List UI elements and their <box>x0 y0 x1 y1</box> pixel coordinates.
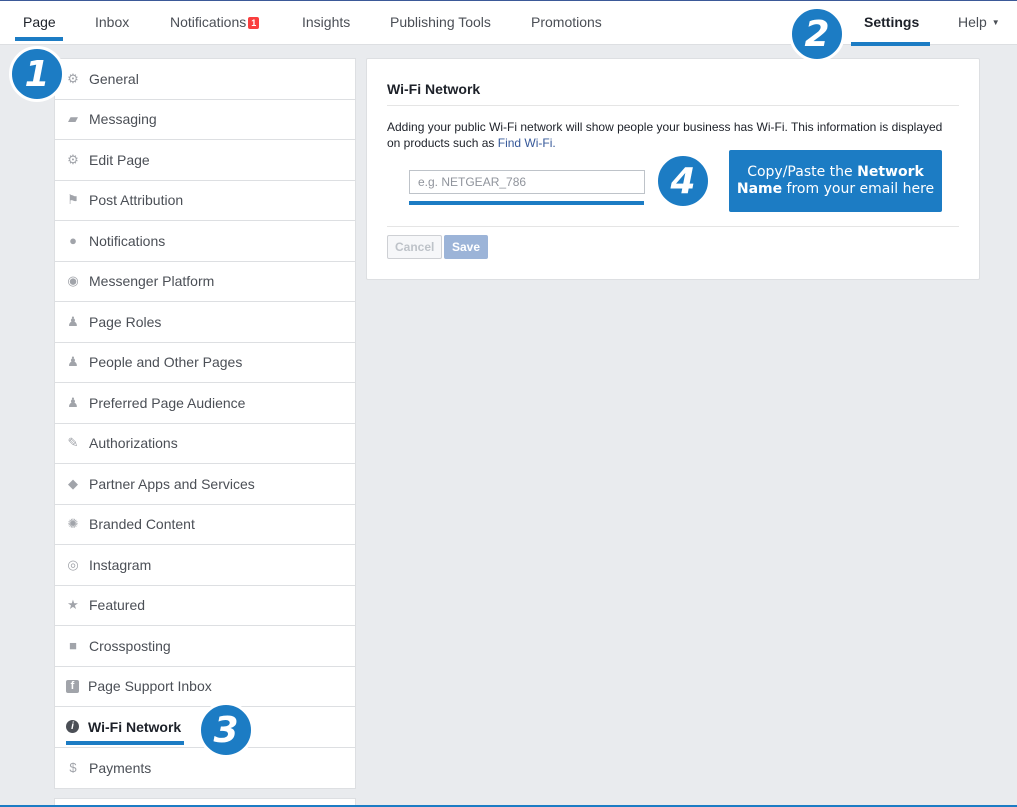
sidebar-item-instagram[interactable]: ◎ Instagram <box>55 545 355 586</box>
instruction-callout: Copy/Paste the Network Name from your em… <box>729 150 942 212</box>
sidebar-item-label: Page Support Inbox <box>88 678 212 695</box>
sidebar-item-featured[interactable]: ★ Featured <box>55 586 355 626</box>
sidebar-item-general[interactable]: ⚙ General <box>55 59 355 100</box>
messaging-icon: ▰ <box>68 111 78 127</box>
handshake-icon: ✺ <box>67 516 79 532</box>
dollar-icon: $ <box>69 760 77 776</box>
tab-page[interactable]: Page <box>23 14 56 30</box>
gear-icon: ⚙ <box>67 70 79 86</box>
sidebar-item-label: Notifications <box>89 232 166 249</box>
messenger-icon: ◉ <box>67 273 79 289</box>
tab-publishing-tools[interactable]: Publishing Tools <box>390 14 491 30</box>
find-wifi-link[interactable]: Find Wi-Fi. <box>498 136 556 150</box>
callout-bold-text: Network <box>857 164 924 180</box>
sidebar-item-edit-page[interactable]: ⚙ Edit Page <box>55 140 355 181</box>
settings-sidebar: ⚙ General ▰ Messaging ⚙ Edit Page ⚑ Post Attrib… <box>54 58 356 789</box>
sidebar-item-label: Crossposting <box>89 637 171 654</box>
step-4-marker: 4 <box>655 153 711 209</box>
callout-text: Copy/Paste the <box>747 164 858 180</box>
tab-help[interactable]: Help ▼ <box>958 14 1000 30</box>
callout-bold-text: Name <box>736 181 783 197</box>
step-3-marker: 3 <box>198 702 254 758</box>
sidebar-item-partner-apps-and-services[interactable]: ◆ Partner Apps and Services <box>55 464 355 505</box>
sidebar-item-label: Instagram <box>89 556 152 573</box>
tab-inbox[interactable]: Inbox <box>95 14 129 30</box>
video-camera-icon: ■ <box>69 638 77 654</box>
sidebar-item-label: Featured <box>89 597 146 614</box>
sidebar-item-label: Preferred Page Audience <box>89 394 246 411</box>
facebook-icon: f <box>66 679 79 693</box>
wrench-icon: ✎ <box>67 435 79 451</box>
tab-promotions[interactable]: Promotions <box>531 14 602 30</box>
person-add-icon: ♟ <box>67 354 79 370</box>
callout-text: from your email here <box>782 181 935 197</box>
sidebar-item-branded-content[interactable]: ✺ Branded Content <box>55 505 355 545</box>
sidebar-item-page-roles[interactable]: ♟ Page Roles <box>55 302 355 343</box>
sidebar-item-crossposting[interactable]: ■ Crossposting <box>55 626 355 667</box>
sidebar-item-post-attribution[interactable]: ⚑ Post Attribution <box>55 181 355 221</box>
tab-settings[interactable]: Settings <box>864 14 919 30</box>
divider <box>387 226 959 227</box>
sidebar-item-label: General <box>89 70 139 87</box>
sidebar-item-notifications[interactable]: ● Notifications <box>55 221 355 262</box>
sidebar-item-label: Payments <box>89 759 152 776</box>
sidebar-item-label: Messaging <box>89 111 157 128</box>
step-1-marker: 1 <box>9 46 65 102</box>
sidebar-item-label: Messenger Platform <box>89 273 215 290</box>
sidebar-item-authorizations[interactable]: ✎ Authorizations <box>55 424 355 464</box>
panel-title: Wi-Fi Network <box>387 81 481 97</box>
sidebar-item-label: Page Roles <box>89 313 162 330</box>
flag-icon: ⚑ <box>67 192 79 208</box>
sidebar-item-messaging[interactable]: ▰ Messaging <box>55 100 355 140</box>
person-icon: ♟ <box>67 313 79 329</box>
sidebar-item-label: People and Other Pages <box>89 354 243 371</box>
input-highlight-underline <box>409 201 644 205</box>
callout-line-1: Copy/Paste the Network <box>729 164 942 181</box>
caret-down-icon: ▼ <box>991 18 1000 27</box>
wifi-network-input[interactable] <box>409 170 645 194</box>
sidebar-item-payments[interactable]: $ Payments <box>55 748 355 789</box>
panel-description: Adding your public Wi-Fi network will sh… <box>387 119 957 151</box>
step-2-marker: 2 <box>789 6 845 62</box>
divider <box>387 105 959 106</box>
tab-insights[interactable]: Insights <box>302 14 350 30</box>
tab-help-label: Help <box>958 14 987 30</box>
sidebar-item-messenger-platform[interactable]: ◉ Messenger Platform <box>55 262 355 302</box>
callout-line-2: Name from your email here <box>729 181 942 198</box>
instagram-icon: ◎ <box>67 556 79 572</box>
notification-count-badge: 1 <box>248 17 260 29</box>
sidebar-item-label: Partner Apps and Services <box>89 475 255 492</box>
description-text: Adding your public Wi-Fi network will sh… <box>387 120 943 150</box>
sidebar-item-label: Wi-Fi Network <box>88 718 182 735</box>
active-item-underline <box>66 740 184 745</box>
sidebar-item-label: Branded Content <box>89 516 195 533</box>
tab-settings-underline <box>851 42 930 46</box>
tab-page-underline <box>15 37 63 41</box>
sidebar-item-label: Edit Page <box>89 151 150 168</box>
cube-icon: ◆ <box>68 475 78 491</box>
sidebar-item-label: Authorizations <box>89 435 178 452</box>
sidebar-item-page-support-inbox[interactable]: f Page Support Inbox <box>55 667 355 707</box>
globe-icon: ● <box>69 233 77 249</box>
cancel-button[interactable]: Cancel <box>387 235 443 259</box>
info-icon: i <box>66 720 79 734</box>
tab-notifications[interactable]: Notifications 1 <box>170 14 260 30</box>
save-button[interactable]: Save <box>444 235 489 259</box>
sidebar-item-preferred-page-audience[interactable]: ♟ Preferred Page Audience <box>55 383 355 424</box>
gear-icon: ⚙ <box>67 151 79 167</box>
person-add-icon: ♟ <box>67 394 79 410</box>
tab-notifications-label: Notifications <box>170 14 247 30</box>
star-icon: ★ <box>67 597 79 613</box>
sidebar-item-people-and-other-pages[interactable]: ♟ People and Other Pages <box>55 343 355 383</box>
top-navigation: Page Inbox Notifications 1 Insights Publi… <box>0 0 1017 46</box>
sidebar-item-label: Post Attribution <box>89 192 184 209</box>
